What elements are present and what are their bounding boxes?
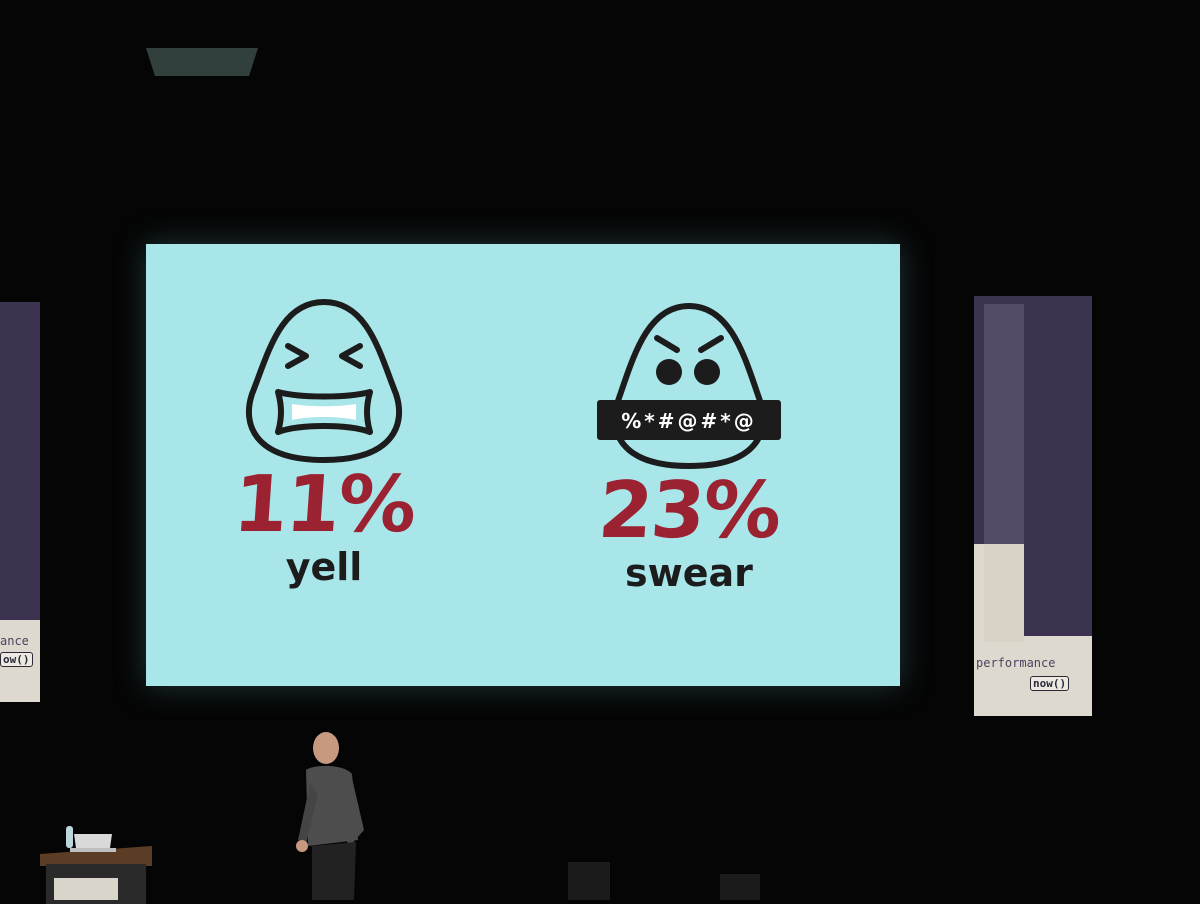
right-banner-brand-word: performance [976, 656, 1056, 670]
yelling-face-icon [246, 299, 402, 463]
podium-sign [54, 878, 118, 900]
ceiling-light [146, 48, 258, 76]
speaker-figure [296, 732, 364, 900]
podium [40, 846, 152, 904]
right-banner-light-block [984, 544, 1024, 642]
left-banner-lower: ance ow() [0, 620, 40, 702]
stat-yell: 11% yell [224, 294, 424, 586]
projection-screen: 11% yell %*#@#*@ 23% swear [146, 244, 900, 686]
stat-swear: %*#@#*@ 23% swear [584, 300, 794, 592]
chair-left [568, 862, 610, 900]
yell-percent: 11% [230, 460, 418, 550]
yell-label: yell [285, 545, 363, 589]
chair-right [720, 874, 760, 900]
right-banner: performance now() [974, 296, 1092, 716]
swear-label: swear [625, 551, 753, 595]
right-banner-lower: performance now() [974, 544, 1092, 716]
swearing-face-icon: %*#@#*@ [597, 303, 781, 469]
left-banner-brand-word: ance [0, 634, 29, 648]
left-banner-brand-now: ow() [0, 652, 33, 667]
water-bottle [66, 826, 73, 848]
right-banner-brand-now: now() [1030, 676, 1070, 691]
laptop-icon [70, 834, 116, 852]
swear-percent: 23% [595, 466, 783, 556]
censor-text: %*#@#*@ [621, 409, 756, 433]
right-banner-dark-block [1024, 544, 1092, 636]
left-banner: ance ow() [0, 302, 40, 702]
